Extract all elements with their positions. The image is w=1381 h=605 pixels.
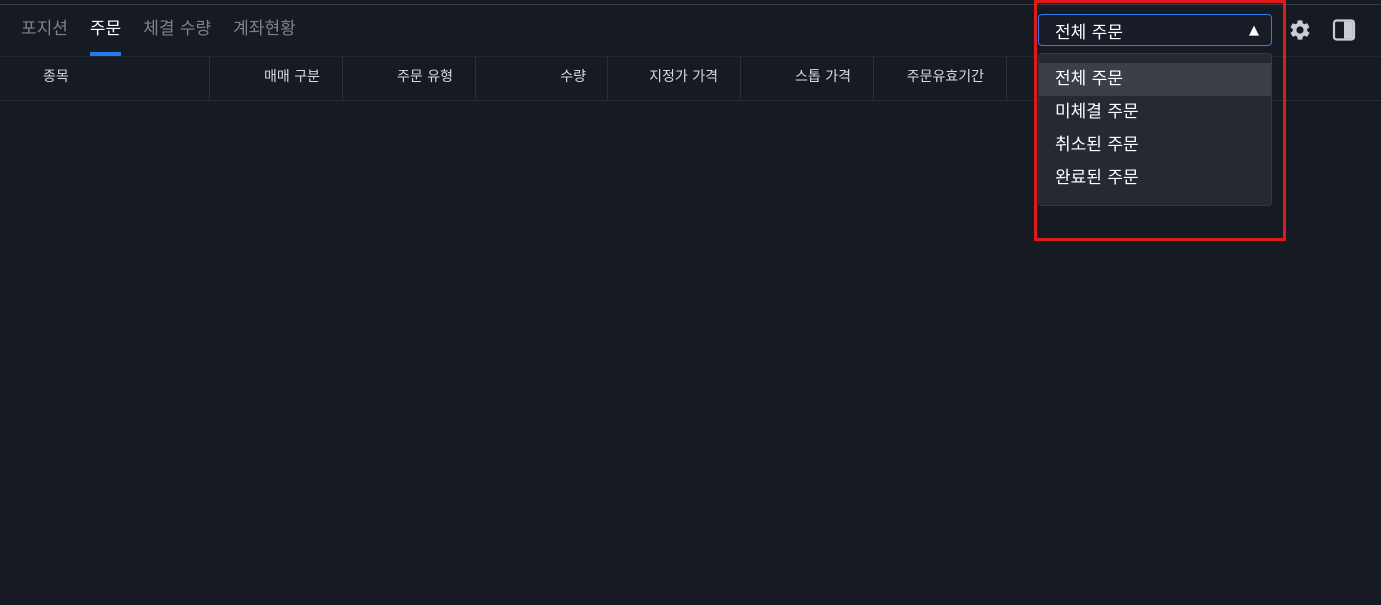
caret-up-icon: ▲ xyxy=(1249,22,1259,38)
tab-bar: 포지션 주문 체결 수량 계좌현황 xyxy=(21,14,296,56)
panel-layout-icon xyxy=(1332,19,1356,41)
column-header-stop-price[interactable]: 스톱 가격 xyxy=(741,57,851,100)
menu-item-completed-orders[interactable]: 완료된 주문 xyxy=(1039,162,1271,195)
order-filter-value: 전체 주문 xyxy=(1055,22,1123,43)
top-divider xyxy=(0,4,1381,5)
column-header-symbol[interactable]: 종목 xyxy=(43,57,69,100)
column-divider[interactable] xyxy=(1006,57,1007,100)
menu-item-all-orders[interactable]: 전체 주문 xyxy=(1039,63,1271,96)
panel-layout-button[interactable] xyxy=(1330,16,1358,44)
column-header-side[interactable]: 매매 구분 xyxy=(210,57,320,100)
menu-item-cancelled-orders[interactable]: 취소된 주문 xyxy=(1039,129,1271,162)
menu-item-open-orders[interactable]: 미체결 주문 xyxy=(1039,96,1271,129)
tab-filled-quantity[interactable]: 체결 수량 xyxy=(143,14,211,56)
column-header-order-type[interactable]: 주문 유형 xyxy=(343,57,453,100)
column-header-time-in-force[interactable]: 주문유효기간 xyxy=(874,57,984,100)
tab-positions[interactable]: 포지션 xyxy=(21,14,68,56)
tab-account-status[interactable]: 계좌현황 xyxy=(233,14,296,56)
order-filter-select[interactable]: 전체 주문 ▲ xyxy=(1038,14,1272,46)
gear-icon xyxy=(1290,20,1310,40)
orders-panel: 포지션 주문 체결 수량 계좌현황 종목 매매 구분 주문 유형 수량 지정가 … xyxy=(0,0,1381,605)
order-filter-menu: 전체 주문 미체결 주문 취소된 주문 완료된 주문 xyxy=(1038,53,1272,206)
settings-button[interactable] xyxy=(1286,16,1314,44)
column-header-limit-price[interactable]: 지정가 가격 xyxy=(608,57,718,100)
tab-orders[interactable]: 주문 xyxy=(89,14,122,56)
column-header-quantity[interactable]: 수량 xyxy=(476,57,586,100)
